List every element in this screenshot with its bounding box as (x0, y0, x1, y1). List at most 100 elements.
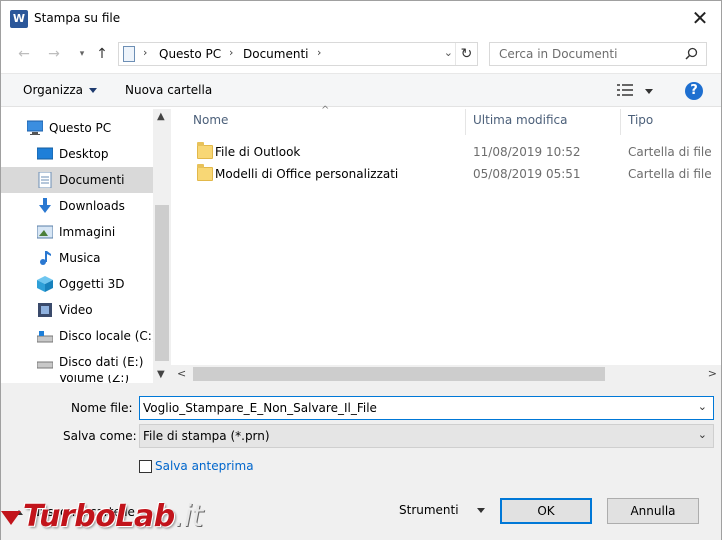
tools-label: Strumenti (399, 503, 459, 517)
nav-item-label: Desktop (59, 147, 109, 161)
recent-dropdown-icon[interactable]: ▾ (73, 45, 91, 63)
file-list: ^ Nome Ultima modifica Tipo File di Outl… (171, 105, 721, 383)
breadcrumb-this-pc[interactable]: Questo PC (159, 47, 221, 61)
address-dropdown-icon[interactable]: ⌄ (444, 46, 453, 59)
row-modified: 11/08/2019 10:52 (473, 145, 581, 159)
column-header-type[interactable]: Tipo (628, 113, 653, 127)
nav-item-label: Disco locale (C:) (59, 329, 157, 343)
nav-item-label: Volume (Z:) (59, 375, 130, 383)
column-header-name[interactable]: Nome (193, 113, 228, 127)
watermark-logo: TurboLab.it (1, 499, 203, 540)
chevron-down-icon (476, 508, 485, 513)
scroll-left-icon[interactable]: < (177, 367, 186, 380)
view-options-icon[interactable] (617, 84, 633, 96)
nav-item-this-pc[interactable]: Questo PC (1, 115, 153, 141)
row-type: Cartella di file (628, 145, 712, 159)
scrollbar-thumb[interactable] (155, 205, 169, 361)
nav-item-label: Immagini (59, 225, 116, 239)
navigation-pane: Questo PC Desktop Documenti Downloads Im… (1, 109, 171, 383)
breadcrumb-separator-icon[interactable]: › (229, 46, 233, 59)
nav-item-desktop[interactable]: Desktop (1, 141, 153, 167)
nav-item-label: Video (59, 303, 93, 317)
save-as-label: Salva come: (63, 429, 137, 443)
breadcrumb-documents[interactable]: Documenti (243, 47, 309, 61)
nav-item-label: Downloads (59, 199, 125, 213)
documents-icon (38, 172, 52, 188)
word-app-icon: W (10, 10, 28, 28)
command-toolbar: Organizza Nuova cartella ? (1, 73, 721, 107)
refresh-icon[interactable]: ↻ (455, 43, 477, 65)
cancel-button[interactable]: Annulla (607, 498, 699, 524)
nav-item-video[interactable]: Video (1, 297, 153, 323)
breadcrumb-separator-icon[interactable]: › (317, 46, 321, 59)
row-name: File di Outlook (215, 145, 301, 159)
folder-icon (197, 142, 213, 159)
search-icon[interactable] (685, 47, 698, 60)
download-icon (39, 198, 51, 213)
column-divider[interactable] (465, 109, 466, 135)
file-list-horizontal-scrollbar[interactable]: < > (171, 365, 721, 383)
nav-item-label: Musica (59, 251, 101, 265)
row-modified: 05/08/2019 05:51 (473, 167, 581, 181)
dialog-title: Stampa su file (34, 11, 121, 25)
folder-icon (197, 164, 213, 181)
scroll-right-icon[interactable]: > (708, 367, 717, 380)
scrollbar-thumb[interactable] (193, 367, 605, 381)
nav-item-downloads[interactable]: Downloads (1, 193, 153, 219)
nav-item-label: Documenti (59, 173, 125, 187)
nav-item-drive-z[interactable]: Volume (Z:) (1, 375, 153, 383)
save-preview-checkbox[interactable] (139, 460, 152, 473)
video-icon (38, 303, 52, 317)
filename-field[interactable]: Voglio_Stampare_E_Non_Salvare_Il_File ⌄ (139, 396, 714, 420)
nav-item-drive-e[interactable]: Disco dati (E:) (1, 349, 153, 375)
nav-item-pictures[interactable]: Immagini (1, 219, 153, 245)
nav-item-documents[interactable]: Documenti (1, 167, 153, 193)
nav-item-drive-c[interactable]: Disco locale (C:) (1, 323, 157, 349)
title-bar: W Stampa su file ✕ (1, 1, 721, 37)
filename-value: Voglio_Stampare_E_Non_Salvare_Il_File (143, 401, 377, 415)
search-input[interactable]: Cerca in Documenti (489, 42, 707, 66)
logo-mark-icon (1, 510, 21, 525)
save-as-select[interactable]: File di stampa (*.prn) ⌄ (139, 424, 714, 448)
column-divider[interactable] (620, 109, 621, 135)
nav-item-3d-objects[interactable]: Oggetti 3D (1, 271, 153, 297)
chevron-down-icon[interactable]: ⌄ (698, 400, 707, 413)
help-icon[interactable]: ? (685, 82, 703, 100)
3d-objects-icon (37, 276, 53, 292)
desktop-icon (37, 147, 53, 160)
watermark-text: TurboLab (23, 499, 175, 534)
nav-item-music[interactable]: Musica (1, 245, 153, 271)
row-name: Modelli di Office personalizzati (215, 167, 399, 181)
music-icon (40, 251, 51, 265)
scroll-up-icon[interactable]: ▲ (157, 111, 165, 122)
organize-label: Organizza (23, 83, 84, 97)
address-bar[interactable]: › Questo PC › Documenti › ⌄ ↻ (118, 42, 478, 66)
column-header-modified[interactable]: Ultima modifica (473, 113, 568, 127)
chevron-down-icon[interactable]: ⌄ (698, 428, 707, 441)
search-placeholder: Cerca in Documenti (499, 47, 618, 61)
table-row[interactable]: File di Outlook 11/08/2019 10:52 Cartell… (171, 141, 721, 163)
close-icon[interactable]: ✕ (689, 7, 711, 29)
nav-pane-scrollbar[interactable]: ▲ ▼ (153, 109, 171, 383)
filename-label: Nome file: (71, 401, 133, 415)
new-folder-button[interactable]: Nuova cartella (125, 83, 212, 97)
save-as-value: File di stampa (*.prn) (143, 429, 270, 443)
pictures-icon (37, 225, 53, 239)
breadcrumb-separator-icon[interactable]: › (143, 46, 147, 59)
documents-location-icon (123, 46, 135, 62)
forward-arrow-icon[interactable]: → (45, 45, 63, 63)
ok-button[interactable]: OK (500, 498, 592, 524)
drive-icon (37, 361, 53, 369)
back-arrow-icon[interactable]: ← (15, 45, 33, 63)
save-dialog: W Stampa su file ✕ ← → ▾ ↑ › Questo PC ›… (0, 0, 722, 540)
table-row[interactable]: Modelli di Office personalizzati 05/08/2… (171, 163, 721, 185)
drive-icon (37, 331, 53, 343)
computer-icon (27, 120, 43, 135)
organize-button[interactable]: Organizza (23, 83, 98, 97)
save-preview-label[interactable]: Salva anteprima (155, 459, 254, 473)
view-dropdown-icon[interactable] (645, 89, 653, 94)
scroll-down-icon[interactable]: ▼ (157, 369, 165, 380)
tools-button[interactable]: Strumenti (399, 503, 485, 517)
up-arrow-icon[interactable]: ↑ (93, 45, 111, 63)
watermark-domain: .it (174, 499, 204, 534)
